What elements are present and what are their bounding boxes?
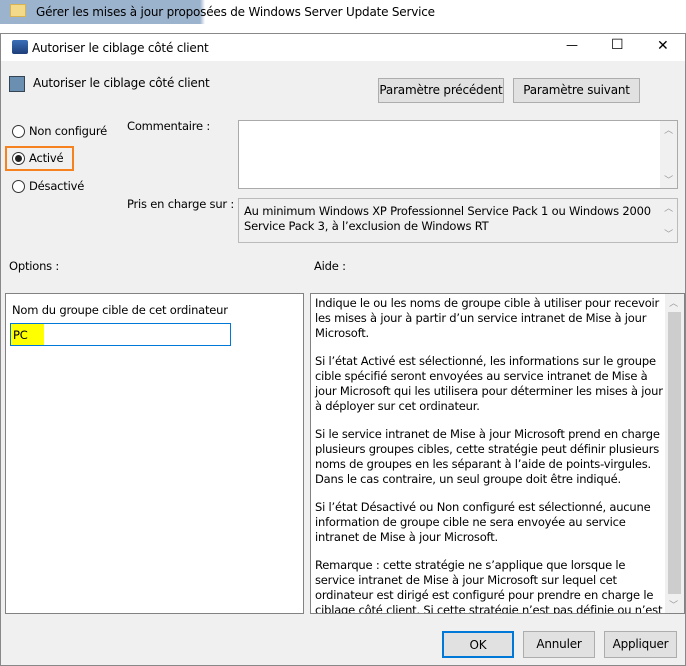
radio-disabled[interactable]: Désactivé [12, 179, 84, 193]
folder-icon [10, 4, 26, 17]
scroll-thumb[interactable] [668, 312, 681, 594]
help-paragraph: Si l’état Désactivé ou Non configuré est… [315, 500, 651, 544]
radio-enabled[interactable]: Activé [12, 151, 64, 165]
maximize-button[interactable]: ☐ [611, 37, 624, 53]
cancel-button[interactable]: Annuler [523, 631, 595, 658]
options-panel: Nom du groupe cible de cet ordinateur PC [5, 293, 304, 614]
setting-icon [9, 76, 25, 92]
scrollbar[interactable]: ︿ ﹀ [660, 199, 677, 242]
background-window-title: Gérer les mises à jour proposées de Wind… [0, 0, 686, 24]
next-setting-button[interactable]: Paramètre suivant [513, 78, 640, 103]
background-title: Gérer les mises à jour proposées de Wind… [36, 5, 435, 19]
apply-button[interactable]: Appliquer [604, 631, 677, 658]
comment-label: Commentaire : [127, 119, 211, 133]
help-scrollbar[interactable]: ︿ ﹀ [665, 294, 684, 613]
close-button[interactable]: ✕ [657, 38, 669, 54]
help-paragraph: Si le service intranet de Mise à jour Mi… [315, 427, 660, 486]
supported-text: Au minimum Windows XP Professionnel Serv… [244, 204, 651, 233]
supported-on-box: Au minimum Windows XP Professionnel Serv… [238, 198, 678, 243]
help-paragraph: Si l’état Activé est sélectionné, les in… [315, 354, 663, 413]
comment-textarea[interactable]: ︿ ﹀ [238, 120, 678, 189]
policy-icon [12, 40, 28, 54]
window-title: Autoriser le ciblage côté client [32, 41, 209, 55]
help-panel: Indique le ou les noms de groupe cible à… [310, 293, 685, 614]
previous-setting-button[interactable]: Paramètre précédent [378, 78, 504, 103]
supported-label: Pris en charge sur : [127, 197, 235, 211]
scrollbar[interactable]: ︿ ﹀ [660, 121, 677, 188]
radio-label: Non configuré [29, 124, 108, 138]
help-paragraph: Indique le ou les noms de groupe cible à… [315, 296, 660, 340]
target-group-label: Nom du groupe cible de cet ordinateur [12, 303, 228, 317]
options-label: Options : [9, 259, 60, 273]
help-paragraph: Remarque : cette stratégie ne s’applique… [315, 558, 663, 614]
policy-dialog: Autoriser le ciblage côté client — ☐ ✕ A… [0, 33, 686, 666]
radio-label: Désactivé [29, 179, 85, 193]
title-bar: Autoriser le ciblage côté client — ☐ ✕ [1, 34, 685, 61]
radio-label: Activé [29, 151, 64, 165]
help-label: Aide : [314, 259, 346, 273]
radio-not-configured[interactable]: Non configuré [12, 124, 107, 138]
minimize-button[interactable]: — [566, 38, 578, 52]
policy-name: Autoriser le ciblage côté client [33, 76, 210, 90]
target-group-value: PC [13, 328, 28, 342]
ok-button[interactable]: OK [442, 631, 514, 658]
target-group-input[interactable]: PC [10, 323, 231, 346]
